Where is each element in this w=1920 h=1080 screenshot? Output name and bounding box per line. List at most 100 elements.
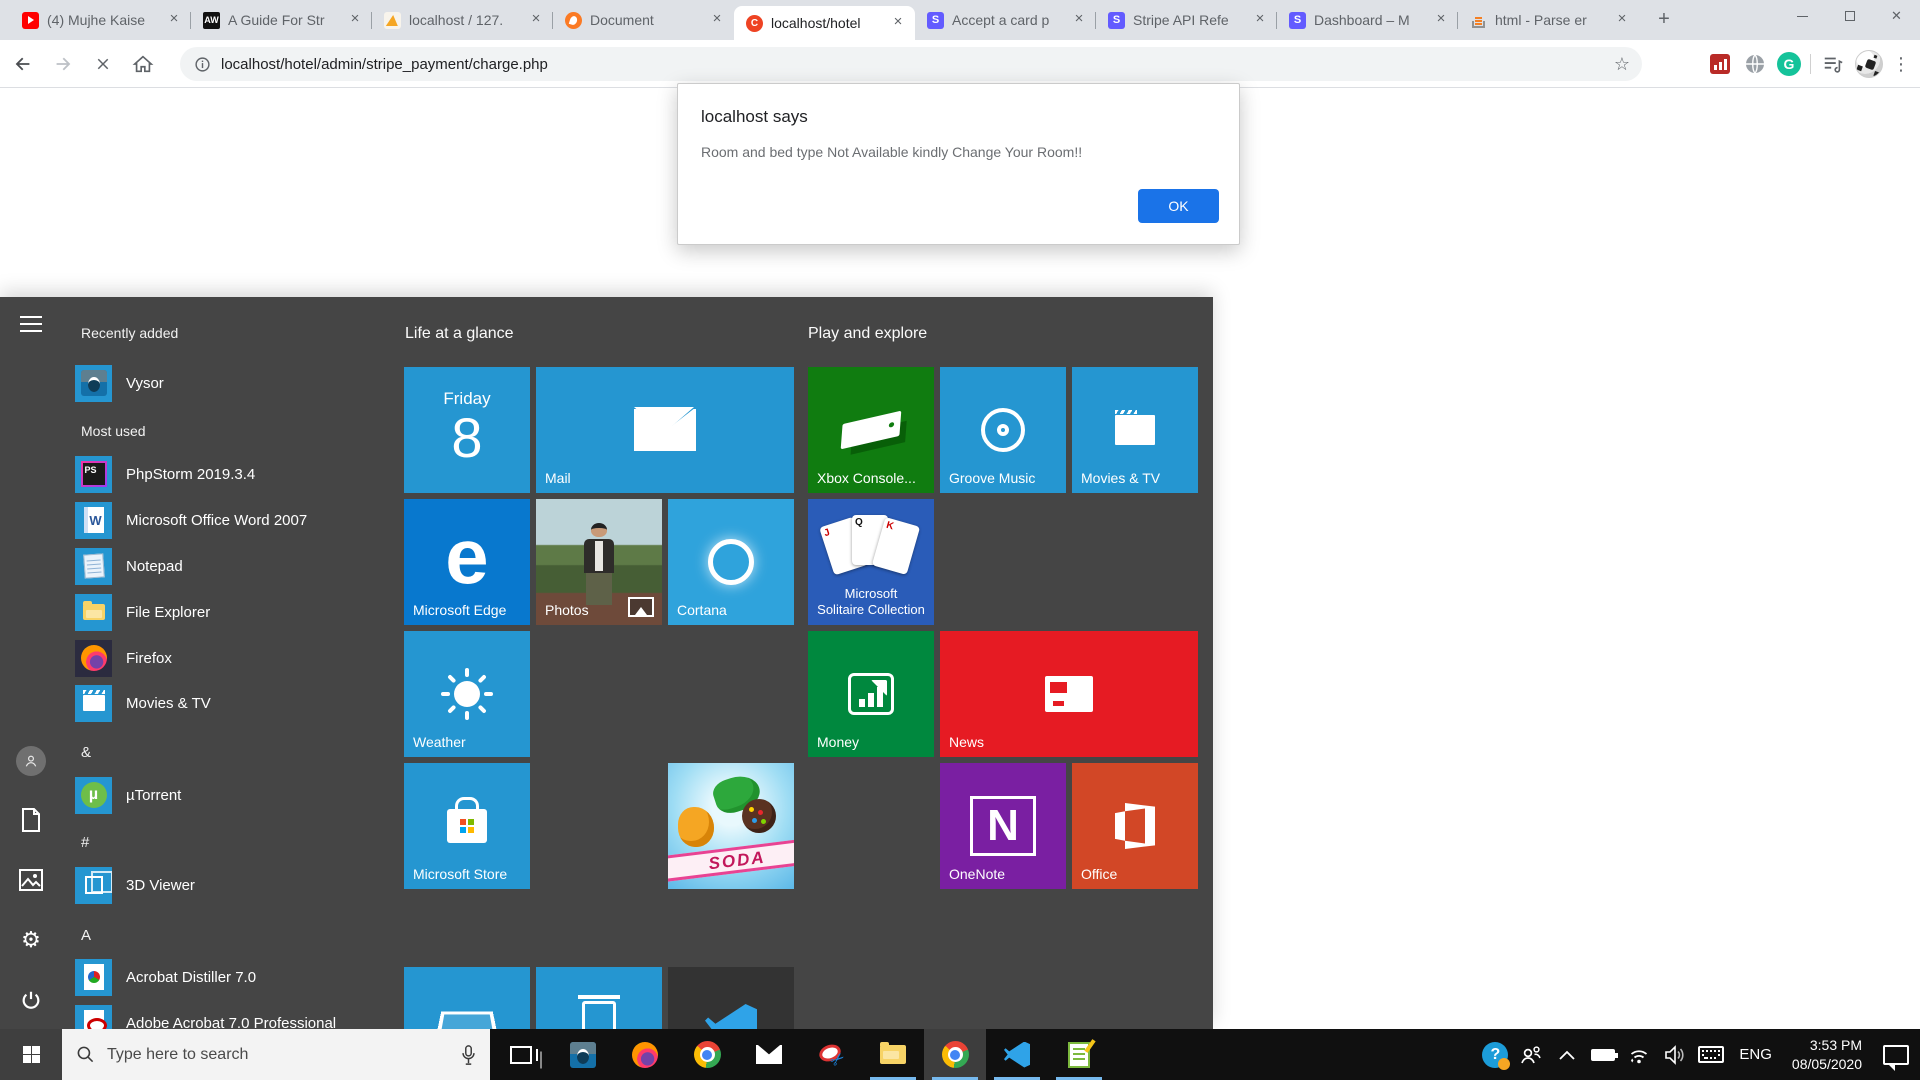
section-header-a[interactable]: A <box>81 927 91 944</box>
taskbar-vscode[interactable] <box>986 1029 1048 1080</box>
tile-recycle-partial[interactable] <box>536 967 662 1029</box>
tile-connect-partial[interactable] <box>404 967 530 1029</box>
close-icon[interactable]: × <box>346 11 364 29</box>
close-icon[interactable]: × <box>889 14 907 32</box>
taskbar-chrome[interactable] <box>676 1029 738 1080</box>
url-text[interactable]: localhost/hotel/admin/stripe_payment/cha… <box>221 56 1614 73</box>
app-phpstorm[interactable]: PS PhpStorm 2019.3.4 <box>75 451 395 497</box>
window-close-button[interactable]: ✕ <box>1873 0 1920 32</box>
get-help-icon[interactable]: ? <box>1477 1029 1513 1080</box>
app-word[interactable]: W Microsoft Office Word 2007 <box>75 497 395 543</box>
wifi-icon[interactable] <box>1621 1029 1657 1080</box>
section-header-ampersand[interactable]: & <box>81 744 91 761</box>
chrome-menu-icon[interactable]: ⋮ <box>1892 54 1910 75</box>
back-icon[interactable] <box>6 47 40 81</box>
address-bar[interactable]: localhost/hotel/admin/stripe_payment/cha… <box>180 47 1642 81</box>
tile-calendar[interactable]: Friday 8 <box>404 367 530 493</box>
tile-office[interactable]: Office <box>1072 763 1198 889</box>
pictures-icon[interactable] <box>14 863 48 897</box>
app-adobe-acrobat[interactable]: Adobe Acrobat 7.0 Professional <box>75 1000 395 1029</box>
taskbar-snipping-tool[interactable]: ✂ <box>800 1029 862 1080</box>
tab-stripe-api[interactable]: S Stripe API Refe × <box>1096 0 1277 40</box>
tile-movies-tv[interactable]: Movies & TV <box>1072 367 1198 493</box>
tile-photos[interactable]: Photos <box>536 499 662 625</box>
hidden-icons-chevron[interactable] <box>1549 1029 1585 1080</box>
menu-hamburger-icon[interactable] <box>14 307 48 341</box>
close-icon[interactable]: × <box>165 11 183 29</box>
tile-xbox-console[interactable]: Xbox Console... <box>808 367 934 493</box>
new-tab-button[interactable]: + <box>1650 6 1678 34</box>
home-icon[interactable] <box>126 47 160 81</box>
tile-weather[interactable]: Weather <box>404 631 530 757</box>
language-indicator[interactable]: ENG <box>1729 1046 1782 1063</box>
app-3d-viewer[interactable]: 3D Viewer <box>75 862 395 908</box>
tile-edge[interactable]: e Microsoft Edge <box>404 499 530 625</box>
tab-youtube[interactable]: (4) Mujhe Kaise × <box>10 0 191 40</box>
taskbar-chrome-active[interactable] <box>924 1029 986 1080</box>
close-icon[interactable]: × <box>1432 11 1450 29</box>
app-firefox[interactable]: Firefox <box>75 635 395 681</box>
tile-cortana[interactable]: Cortana <box>668 499 794 625</box>
taskbar-mail[interactable] <box>738 1029 800 1080</box>
taskbar-clock[interactable]: 3:53 PM 08/05/2020 <box>1782 1036 1872 1074</box>
globe-extension-icon[interactable] <box>1742 51 1768 77</box>
maximize-button[interactable] <box>1826 0 1873 32</box>
close-icon[interactable]: × <box>1251 11 1269 29</box>
task-view-button[interactable] <box>490 1029 552 1080</box>
microphone-icon[interactable] <box>461 1045 476 1065</box>
user-account-icon[interactable] <box>14 744 48 778</box>
tab-document[interactable]: Document × <box>553 0 734 40</box>
touch-keyboard-icon[interactable] <box>1693 1029 1729 1080</box>
section-header-hash[interactable]: # <box>81 834 89 851</box>
profile-avatar[interactable] <box>1855 50 1883 78</box>
start-button[interactable] <box>0 1029 62 1080</box>
tab-stripe-accept[interactable]: S Accept a card p × <box>915 0 1096 40</box>
media-controls-icon[interactable] <box>1820 51 1846 77</box>
close-icon[interactable]: × <box>708 11 726 29</box>
movies-tv-icon <box>75 685 112 722</box>
tile-money[interactable]: Money <box>808 631 934 757</box>
extension-red-icon[interactable] <box>1707 51 1733 77</box>
documents-icon[interactable] <box>14 803 48 837</box>
people-icon[interactable] <box>1513 1029 1549 1080</box>
close-icon[interactable]: × <box>1613 11 1631 29</box>
ok-button[interactable]: OK <box>1138 189 1219 223</box>
battery-icon[interactable] <box>1585 1029 1621 1080</box>
bookmark-star-icon[interactable]: ☆ <box>1614 54 1630 75</box>
app-file-explorer[interactable]: File Explorer <box>75 589 395 635</box>
app-utorrent[interactable]: µ µTorrent <box>75 772 395 818</box>
tile-candy-crush-soda[interactable]: SODA <box>668 763 794 889</box>
volume-icon[interactable] <box>1657 1029 1693 1080</box>
tile-solitaire[interactable]: J Q K Microsoft Solitaire Collection <box>808 499 934 625</box>
app-movies-tv[interactable]: Movies & TV <box>75 680 395 726</box>
minimize-button[interactable] <box>1779 0 1826 32</box>
tile-mail[interactable]: Mail <box>536 367 794 493</box>
taskbar-vysor[interactable] <box>552 1029 614 1080</box>
forward-icon[interactable] <box>46 47 80 81</box>
action-center-icon[interactable] <box>1872 1029 1920 1080</box>
close-icon[interactable]: × <box>1070 11 1088 29</box>
taskbar-firefox[interactable] <box>614 1029 676 1080</box>
taskbar-file-explorer[interactable] <box>862 1029 924 1080</box>
close-icon[interactable]: × <box>527 11 545 29</box>
tile-groove-music[interactable]: Groove Music <box>940 367 1066 493</box>
tile-onenote[interactable]: N OneNote <box>940 763 1066 889</box>
tile-news[interactable]: News <box>940 631 1198 757</box>
settings-gear-icon[interactable]: ⚙ <box>14 923 48 957</box>
tile-vscode-partial[interactable] <box>668 967 794 1029</box>
taskbar-notepad-plus[interactable] <box>1048 1029 1110 1080</box>
tab-phpmyadmin[interactable]: localhost / 127. × <box>372 0 553 40</box>
page-info-icon[interactable] <box>194 56 211 73</box>
power-icon[interactable] <box>14 983 48 1017</box>
stop-loading-icon[interactable] <box>86 47 120 81</box>
tab-stripe-dashboard[interactable]: S Dashboard – M × <box>1277 0 1458 40</box>
tab-localhost-hotel-active[interactable]: C localhost/hotel × <box>734 6 915 40</box>
taskbar-search[interactable]: Type here to search <box>62 1029 490 1080</box>
tab-stackoverflow[interactable]: html - Parse er × <box>1458 0 1639 40</box>
app-vysor[interactable]: Vysor <box>75 360 395 406</box>
tile-microsoft-store[interactable]: Microsoft Store <box>404 763 530 889</box>
app-acrobat-distiller[interactable]: Acrobat Distiller 7.0 <box>75 954 395 1000</box>
app-notepad[interactable]: Notepad <box>75 543 395 589</box>
grammarly-icon[interactable]: G <box>1777 52 1801 76</box>
tab-guide[interactable]: AW A Guide For Str × <box>191 0 372 40</box>
